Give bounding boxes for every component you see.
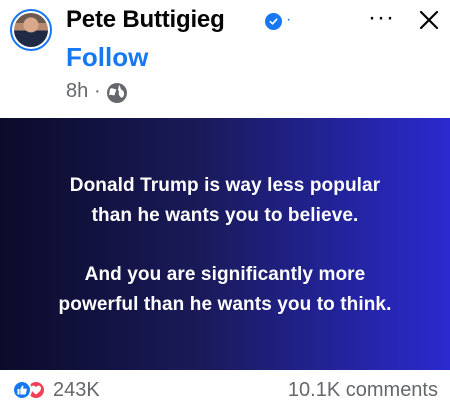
verified-separator: · (286, 11, 292, 28)
profile-photo (14, 13, 48, 47)
post-line: And you are significantly more (84, 264, 366, 285)
post-image-text[interactable]: Donald Trump is way less popular than he… (0, 118, 450, 370)
comments-count[interactable]: 10.1K comments (288, 379, 438, 402)
follow-button[interactable]: Follow (66, 42, 148, 73)
avatar[interactable] (10, 9, 52, 51)
like-reaction-icon (12, 380, 32, 400)
verified-badge-icon (265, 13, 282, 30)
post-paragraph-2: And you are significantly more powerful … (0, 260, 450, 320)
more-options-button[interactable]: ··· (368, 4, 395, 32)
meta-separator: · (94, 80, 101, 102)
globe-icon (107, 83, 127, 103)
close-icon[interactable] (418, 9, 440, 31)
engagement-bar: 243K 10.1K comments (0, 370, 450, 409)
post-line: Donald Trump is way less popular (69, 175, 381, 196)
author-name[interactable]: Pete Buttigieg (66, 6, 225, 34)
post-line: powerful than he wants you to think. (58, 294, 392, 315)
post-line: than he wants you to believe. (91, 205, 359, 226)
post-time[interactable]: 8h (66, 80, 88, 103)
reaction-icons[interactable] (12, 380, 52, 400)
post-paragraph-1: Donald Trump is way less popular than he… (0, 171, 450, 231)
post-header: Pete Buttigieg · Follow 8h · ··· (0, 0, 450, 118)
reaction-count[interactable]: 243K (53, 379, 100, 402)
